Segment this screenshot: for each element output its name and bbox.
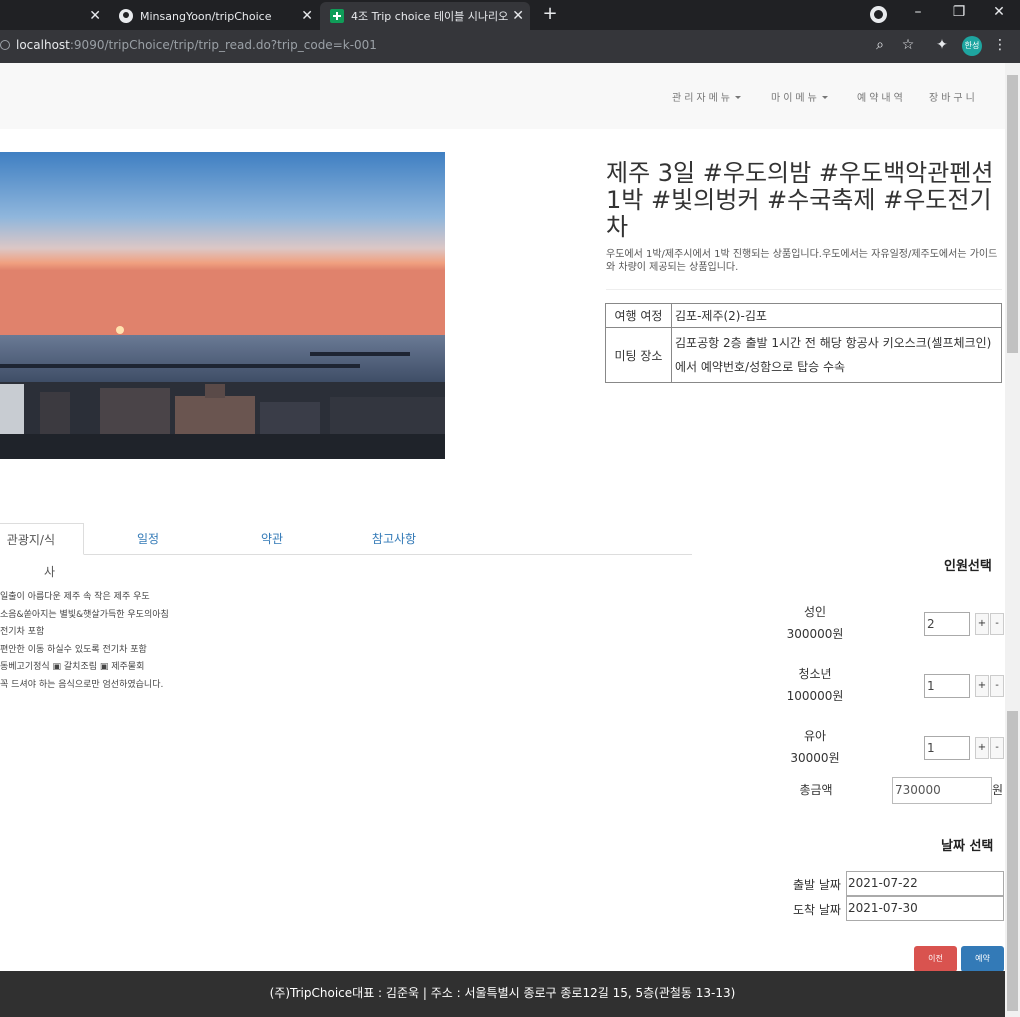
browser-tab[interactable]: MinsangYoon/tripChoice ✕ (107, 2, 319, 30)
depart-date-label: 출발 날짜 (793, 878, 841, 892)
close-tab-icon[interactable]: ✕ (89, 8, 101, 24)
infant-plus-button[interactable]: + (975, 737, 989, 759)
scrollbar-thumb[interactable] (1007, 711, 1018, 1011)
minimize-icon[interactable]: – (905, 4, 931, 20)
tab-title: MinsangYoon/tripChoice (140, 9, 272, 23)
reserve-button[interactable]: 예약 (961, 946, 1004, 972)
table-row: 여행 여정 김포-제주(2)-김포 (605, 303, 1002, 328)
spreadsheet-icon (330, 9, 344, 23)
tab-content: 일출이 아름다운 제주 속 작은 제주 우도 소음&쏟아지는 별빛&햇살가득한 … (0, 589, 300, 694)
infant-label: 유아 (803, 729, 827, 743)
detail-tabs: 관광지/식사 일정 약관 참고사항 (0, 523, 692, 579)
people-heading: 인원선택 (944, 559, 992, 574)
tab-schedule[interactable]: 일정 (108, 523, 188, 555)
list-item: 일출이 아름다운 제주 속 작은 제주 우도 (0, 592, 150, 602)
nav-admin-menu[interactable]: 관리자메뉴 (672, 89, 741, 104)
close-tab-icon[interactable]: ✕ (512, 8, 524, 24)
table-row: 미팅 장소 김포공항 2층 출발 1시간 전 해당 항공사 키오스크(셀프체크인… (605, 327, 1002, 383)
total-amount-field: 730000 (892, 777, 992, 804)
prev-button[interactable]: 이전 (914, 946, 957, 972)
browser-tab-active[interactable]: 4조 Trip choice 테이블 시나리오 ✕ (320, 2, 530, 30)
info-icon[interactable] (0, 40, 10, 50)
product-info-table: 여행 여정 김포-제주(2)-김포 미팅 장소 김포공항 2층 출발 1시간 전… (605, 303, 1002, 383)
table-key: 여행 여정 (605, 303, 672, 328)
caret-down-icon (821, 96, 828, 99)
tab-notes[interactable]: 참고사항 (354, 523, 434, 555)
browser-tab-strip: ✕ MinsangYoon/tripChoice ✕ 4조 Trip choic… (0, 0, 1020, 30)
infant-price: 30000원 (790, 751, 840, 765)
tab-sights-meals[interactable]: 관광지/식사 (0, 523, 84, 579)
restore-icon[interactable]: ❐ (946, 4, 972, 20)
page-scrollbar[interactable] (1005, 63, 1020, 1017)
table-key: 미팅 장소 (605, 327, 672, 383)
page-footer: (주)TripChoice대표 : 김준욱 | 주소 : 서울특별시 종로구 종… (0, 971, 1005, 1017)
top-navbar: 관리자메뉴 마이메뉴 예약내역 장바구니 (0, 63, 1005, 129)
arrive-date-label: 도착 날짜 (793, 903, 841, 917)
list-item: 전기차 포함 (0, 627, 45, 637)
infant-minus-button[interactable]: - (990, 737, 1004, 759)
product-title: 제주 3일 #우도의밤 #우도백악관펜션1박 #빛의벙커 #수국축제 #우도전기… (606, 159, 994, 241)
product-photo (0, 152, 445, 459)
extensions-icon[interactable]: ✦ (932, 37, 952, 53)
browser-tab[interactable]: ✕ (0, 2, 107, 30)
date-heading: 날짜 선택 (941, 839, 994, 854)
depart-date-input[interactable]: 2021-07-22 (846, 871, 1004, 896)
tab-terms[interactable]: 약관 (232, 523, 312, 555)
adult-plus-button[interactable]: + (975, 613, 989, 635)
total-label: 총금액 (799, 783, 833, 797)
url-path: :9090/tripChoice/trip/trip_read.do?trip_… (69, 38, 377, 52)
browser-toolbar: localhost:9090/tripChoice/trip/trip_read… (0, 30, 1020, 63)
youth-plus-button[interactable]: + (975, 675, 989, 697)
close-tab-icon[interactable]: ✕ (301, 8, 313, 24)
github-icon (119, 9, 133, 23)
tab-search-icon[interactable] (870, 6, 887, 23)
nav-my-menu[interactable]: 마이메뉴 (771, 89, 828, 104)
youth-price: 100000원 (786, 689, 844, 703)
new-tab-button[interactable]: + (540, 3, 560, 25)
adult-quantity-input[interactable]: 2 (924, 612, 970, 636)
adult-minus-button[interactable]: - (990, 613, 1004, 635)
scrollbar-thumb[interactable] (1007, 75, 1018, 353)
nav-label: 마이메뉴 (771, 93, 820, 104)
menu-icon[interactable]: ⋮ (990, 37, 1010, 53)
list-item: 동베고기정식 ▣ 갈치조림 ▣ 제주물회 (0, 662, 145, 672)
zoom-icon[interactable]: ⌕ (870, 37, 890, 53)
list-item: 편안한 이동 하실수 있도록 전기차 포함 (0, 644, 147, 655)
table-value: 김포공항 2층 출발 1시간 전 해당 항공사 키오스크(셀프체크인)에서 예약… (671, 327, 1002, 383)
list-item: 소음&쏟아지는 별빛&햇살가득한 우도의아침 (0, 609, 169, 620)
youth-minus-button[interactable]: - (990, 675, 1004, 697)
url-host: localhost (16, 38, 70, 52)
close-window-icon[interactable]: ✕ (986, 4, 1012, 20)
nav-cart[interactable]: 장바구니 (929, 89, 978, 104)
web-page: 관리자메뉴 마이메뉴 예약내역 장바구니 제주 3일 #우도의밤 #우도백악관펜… (0, 63, 1005, 1017)
nav-reservations[interactable]: 예약내역 (857, 89, 906, 104)
adult-price: 300000원 (786, 627, 844, 641)
list-item: 꼭 드셔야 하는 음식으로만 엄선하였습니다. (0, 679, 164, 690)
divider (606, 289, 1002, 290)
avatar[interactable]: 한성 (962, 36, 982, 56)
table-value: 김포-제주(2)-김포 (671, 303, 1002, 328)
adult-label: 성인 (803, 605, 827, 619)
youth-quantity-input[interactable]: 1 (924, 674, 970, 698)
product-description: 우도에서 1박/제주시에서 1박 진행되는 상품입니다.우도에서는 자유일정/제… (606, 249, 998, 273)
bookmark-star-icon[interactable]: ☆ (898, 37, 918, 53)
nav-label: 관리자메뉴 (672, 93, 733, 104)
caret-down-icon (735, 96, 741, 99)
address-bar[interactable]: localhost:9090/tripChoice/trip/trip_read… (0, 38, 377, 52)
tab-title: 4조 Trip choice 테이블 시나리오 (351, 10, 509, 23)
arrive-date-input[interactable]: 2021-07-30 (846, 896, 1004, 921)
youth-label: 청소년 (798, 667, 832, 681)
infant-quantity-input[interactable]: 1 (924, 736, 970, 760)
total-unit: 원 (992, 783, 1004, 797)
